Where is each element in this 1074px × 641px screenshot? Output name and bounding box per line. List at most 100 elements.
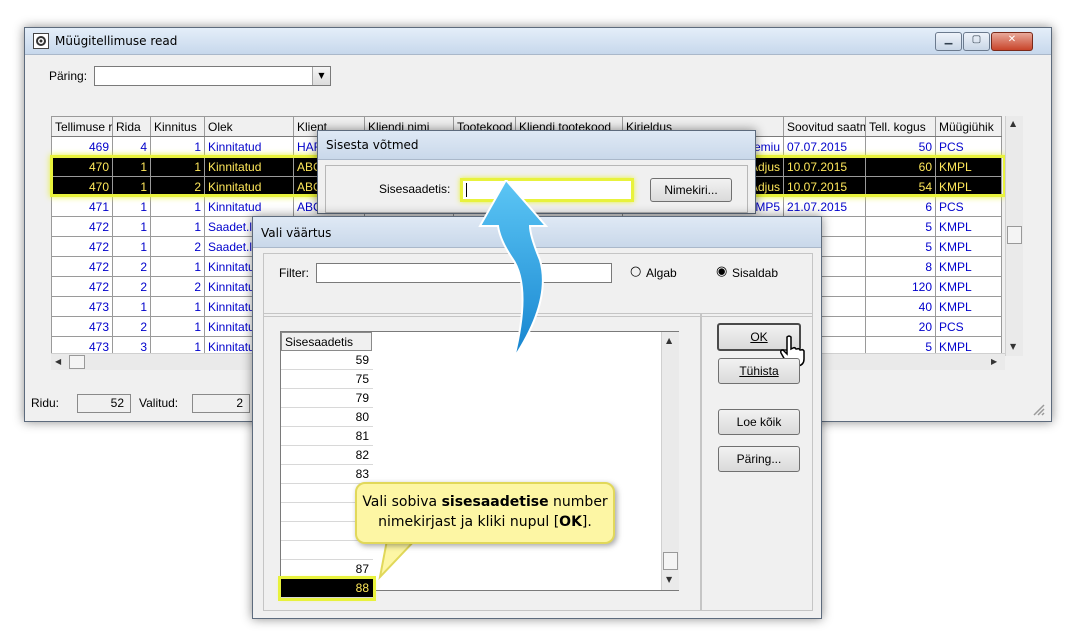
table-cell[interactable]: 472 [51,236,113,257]
table-cell[interactable]: 21.07.2015 [783,196,866,217]
list-scroll-down-icon[interactable]: ▼ [666,575,672,584]
table-cell[interactable]: 54 [865,176,936,197]
table-cell[interactable]: KMPL [935,156,1002,177]
scroll-down-icon[interactable]: ▼ [1010,342,1016,351]
close-button[interactable]: ✕ [991,32,1033,51]
table-cell[interactable]: 1 [112,216,151,237]
scroll-thumb[interactable] [1007,226,1022,244]
table-cell[interactable]: 1 [150,136,205,157]
maximize-button[interactable]: ▢ [963,32,990,51]
keys-dialog-titlebar[interactable]: Sisesta võtmed [318,131,755,160]
list-item[interactable]: 59 [281,351,373,370]
table-cell[interactable]: 2 [150,276,205,297]
radio-starts-label[interactable]: Algab [646,266,677,280]
table-cell[interactable]: 2 [112,316,151,337]
cancel-button[interactable]: Tühista [718,358,800,384]
list-item[interactable]: 87 [281,560,373,579]
table-cell[interactable]: 472 [51,256,113,277]
minimize-button[interactable]: ▁ [935,32,962,51]
table-cell[interactable]: Kinnitatud [204,156,294,177]
table-cell[interactable]: 1 [112,236,151,257]
table-cell[interactable]: 10.07.2015 [783,156,866,177]
column-header[interactable]: Tellimuse r [51,116,113,137]
table-cell[interactable]: 1 [112,196,151,217]
column-header[interactable]: Müügiühik [935,116,1002,137]
list-item[interactable]: 82 [281,446,373,465]
table-cell[interactable]: 1 [150,216,205,237]
table-cell[interactable]: 1 [112,176,151,197]
list-scroll-up-icon[interactable]: ▲ [666,336,672,345]
table-cell[interactable]: 1 [112,156,151,177]
table-cell[interactable]: 5 [865,216,936,237]
column-header[interactable]: Tell. kogus [865,116,936,137]
table-cell[interactable]: KMPL [935,176,1002,197]
radio-contains-icon[interactable]: ◉ [716,264,727,279]
table-cell[interactable]: KMPL [935,216,1002,237]
table-cell[interactable]: 4 [112,136,151,157]
value-listbox[interactable]: Sisesaadetis 59 75 79 80 81 82 83 87 88 ▲ ▼ [278,331,679,601]
table-cell[interactable]: 472 [51,276,113,297]
table-cell[interactable]: 1 [150,256,205,277]
resize-grip-icon[interactable] [1031,402,1045,416]
radio-contains-label[interactable]: Sisaldab [732,266,778,280]
table-cell[interactable]: 472 [51,216,113,237]
table-cell[interactable]: KMPL [935,296,1002,317]
list-item[interactable]: 75 [281,370,373,389]
table-cell[interactable]: 1 [150,196,205,217]
column-header[interactable]: Olek [204,116,294,137]
table-cell[interactable]: Kinnitatud [204,196,294,217]
table-cell[interactable]: Kinnitatud [204,136,294,157]
table-cell[interactable]: 2 [112,276,151,297]
list-item[interactable]: 79 [281,389,373,408]
list-item[interactable]: 81 [281,427,373,446]
list-scroll-thumb[interactable] [663,552,678,570]
column-header[interactable]: Rida [112,116,151,137]
table-cell[interactable]: 6 [865,196,936,217]
table-cell[interactable]: 2 [150,176,205,197]
table-cell[interactable]: 1 [150,296,205,317]
table-cell[interactable]: PCS [935,316,1002,337]
table-vertical-scrollbar[interactable]: ▲ ▼ [1005,116,1023,356]
table-cell[interactable]: 20 [865,316,936,337]
table-cell[interactable]: 120 [865,276,936,297]
table-cell[interactable]: 1 [150,316,205,337]
list-item[interactable]: 83 [281,465,373,484]
table-cell[interactable]: 469 [51,136,113,157]
list-item[interactable]: 88 [278,576,376,601]
table-cell[interactable]: 1 [150,156,205,177]
query-combo[interactable]: ▼ [94,66,331,86]
table-cell[interactable]: KMPL [935,256,1002,277]
load-all-button[interactable]: Loe kõik [718,409,800,435]
column-header[interactable]: Kinnitus [150,116,205,137]
table-cell[interactable]: Kinnitatud [204,176,294,197]
chevron-down-icon[interactable]: ▼ [312,67,330,85]
scroll-up-icon[interactable]: ▲ [1010,119,1016,128]
list-button[interactable]: Nimekiri... [650,178,732,202]
table-cell[interactable]: 10.07.2015 [783,176,866,197]
list-item[interactable] [281,541,373,560]
table-cell[interactable]: KMPL [935,276,1002,297]
scroll-right-icon[interactable]: ▶ [991,357,997,366]
main-titlebar[interactable]: Müügitellimuse read ▁ ▢ ✕ [25,28,1051,55]
table-cell[interactable]: 473 [51,316,113,337]
table-cell[interactable]: 473 [51,296,113,317]
column-header[interactable]: Soovitud saatm [783,116,866,137]
table-cell[interactable]: 470 [51,156,113,177]
table-cell[interactable]: 470 [51,176,113,197]
list-item[interactable]: 80 [281,408,373,427]
table-cell[interactable]: PCS [935,196,1002,217]
table-cell[interactable]: 5 [865,236,936,257]
table-cell[interactable]: 2 [150,236,205,257]
table-cell[interactable]: 60 [865,156,936,177]
table-cell[interactable]: 471 [51,196,113,217]
list-header[interactable]: Sisesaadetis [281,332,372,351]
table-cell[interactable]: 40 [865,296,936,317]
table-cell[interactable]: 50 [865,136,936,157]
table-cell[interactable]: 07.07.2015 [783,136,866,157]
table-cell[interactable]: KMPL [935,236,1002,257]
list-vertical-scrollbar[interactable]: ▲ ▼ [661,332,679,590]
radio-starts-icon[interactable]: ○ [630,264,641,279]
query-button[interactable]: Päring... [718,446,800,472]
table-cell[interactable]: PCS [935,136,1002,157]
table-cell[interactable]: 8 [865,256,936,277]
